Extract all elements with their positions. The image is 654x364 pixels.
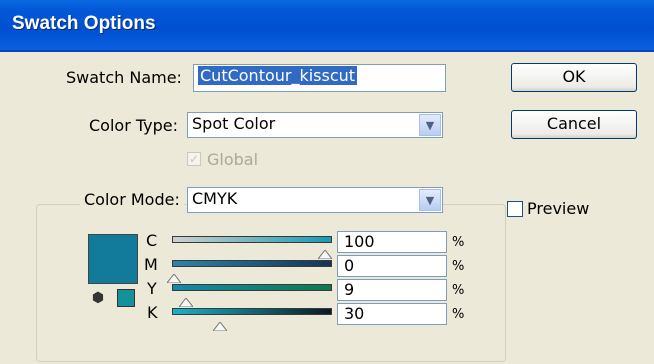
m-value-input[interactable]: 0 [337, 255, 447, 277]
k-value-input[interactable]: 30 [337, 303, 447, 325]
color-mode-select[interactable]: CMYK ▼ [187, 187, 443, 213]
c-slider-track[interactable] [172, 236, 332, 243]
channel-m-label: M [144, 255, 158, 274]
color-type-value: Spot Color [192, 114, 276, 133]
swatch-name-value: CutContour_kisscut [198, 66, 358, 85]
title-bar: Swatch Options [0, 0, 654, 52]
ok-button[interactable]: OK [511, 63, 637, 92]
y-unit: % [452, 283, 465, 298]
m-slider-track[interactable] [172, 260, 332, 267]
c-value-input[interactable]: 100 [337, 231, 447, 253]
chevron-down-icon[interactable]: ▼ [419, 114, 441, 136]
color-type-select[interactable]: Spot Color ▼ [187, 112, 443, 138]
swatch-name-input[interactable]: CutContour_kisscut [193, 64, 446, 92]
cube-icon[interactable]: ⬢ [89, 289, 107, 307]
k-slider-thumb[interactable] [211, 316, 229, 335]
preview-checkbox[interactable] [507, 201, 523, 217]
color-type-label: Color Type: [89, 116, 178, 135]
y-slider-track[interactable] [172, 284, 332, 291]
channel-k-label: K [147, 303, 158, 322]
preview-label: Preview [527, 199, 590, 218]
channel-y-label: Y [147, 279, 157, 298]
swatch-name-label: Swatch Name: [66, 68, 182, 87]
web-safe-swatch[interactable] [117, 289, 135, 307]
k-unit: % [452, 307, 465, 322]
global-label: Global [207, 150, 259, 169]
k-slider-track[interactable] [172, 308, 332, 315]
color-swatch [88, 234, 138, 284]
window-title: Swatch Options [12, 13, 156, 34]
chevron-down-icon[interactable]: ▼ [419, 189, 441, 211]
cancel-button[interactable]: Cancel [511, 110, 637, 139]
color-mode-value: CMYK [192, 189, 238, 208]
color-mode-label: Color Mode: [80, 190, 184, 209]
c-unit: % [452, 235, 465, 250]
channel-c-label: C [146, 231, 158, 250]
m-unit: % [452, 259, 465, 274]
y-value-input[interactable]: 9 [337, 279, 447, 301]
global-checkbox[interactable]: ✓ [187, 152, 201, 166]
